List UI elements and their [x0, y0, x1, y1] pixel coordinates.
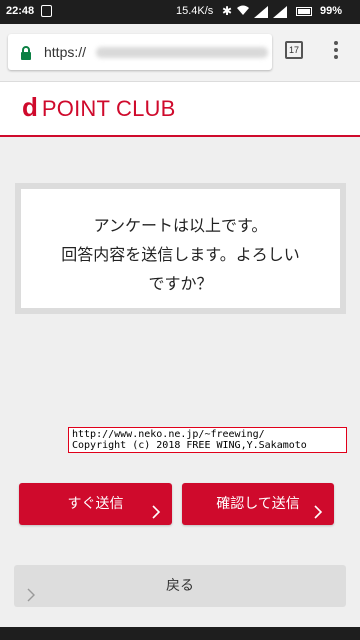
browser-toolbar: https:// 17 [0, 24, 360, 82]
message-line: ですか？ [148, 274, 213, 293]
battery-percent: 99% [320, 5, 343, 17]
url-scheme: https:// [44, 44, 87, 60]
chevron-right-icon [148, 495, 164, 519]
watermark-credit: http://www.neko.ne.jp/~freewing/ Copyrig… [68, 427, 347, 453]
logo-text: POINT CLUB [41, 96, 176, 121]
tab-switcher-button[interactable]: 17 [285, 41, 303, 59]
bluetooth-icon: ✱ [222, 4, 233, 18]
status-time: 22:48 [6, 5, 35, 17]
lock-icon [20, 45, 32, 64]
chevron-right-icon [24, 578, 38, 602]
logo-mark: d [22, 92, 38, 122]
network-speed: 15.4K/s [176, 5, 214, 17]
credit-copyright: Copyright (c) 2018 FREE WING,Y.Sakamoto [72, 440, 307, 451]
confirm-send-label: 確認して送信 [216, 496, 300, 512]
browser-menu-button[interactable] [330, 41, 342, 61]
signal-icon [254, 6, 268, 18]
send-now-button[interactable]: すぐ送信 [19, 483, 172, 525]
confirm-and-send-button[interactable]: 確認して送信 [182, 483, 334, 525]
back-label: 戻る [166, 578, 194, 594]
message-panel: アンケートは以上です。 回答内容を送信します。よろしい ですか？ [21, 189, 340, 308]
menu-dot [334, 48, 338, 52]
main-content: アンケートは以上です。 回答内容を送信します。よろしい ですか？ http://… [0, 137, 360, 627]
battery-icon [296, 7, 312, 16]
system-nav-bar [0, 627, 360, 640]
send-now-label: すぐ送信 [67, 496, 124, 512]
menu-dot [334, 55, 338, 59]
chevron-right-icon [310, 495, 326, 519]
status-bar: 22:48 15.4K/s ✱ 99% [0, 0, 360, 24]
url-hidden [96, 47, 268, 58]
back-button[interactable]: 戻る [14, 565, 346, 607]
signal-icon-2 [273, 6, 287, 18]
address-bar[interactable]: https:// [8, 34, 272, 70]
message-line: 回答内容を送信します。よろしい [61, 245, 300, 264]
dpoint-club-logo[interactable]: d POINT CLUB [22, 94, 176, 120]
notification-icon [41, 5, 52, 17]
site-header: d POINT CLUB [0, 82, 360, 137]
wifi-icon [236, 4, 250, 19]
menu-dot [334, 41, 338, 45]
message-line: アンケートは以上です。 [93, 216, 268, 235]
message-box: アンケートは以上です。 回答内容を送信します。よろしい ですか？ [15, 183, 346, 314]
credit-url: http://www.neko.ne.jp/~freewing/ [72, 429, 265, 440]
